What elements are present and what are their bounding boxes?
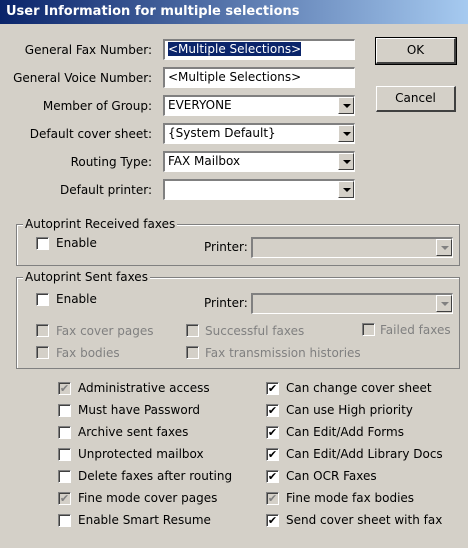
can-ocr-faxes-checkbox[interactable]: ✔ bbox=[266, 470, 279, 483]
fine-mode-cover-pages-label: Fine mode cover pages bbox=[78, 491, 218, 505]
send-cover-sheet-with-fax-label: Send cover sheet with fax bbox=[286, 513, 443, 527]
fax-number-value: <Multiple Selections> bbox=[168, 42, 302, 56]
can-change-cover-sheet-label: Can change cover sheet bbox=[286, 381, 432, 395]
archive-sent-faxes-label: Archive sent faxes bbox=[78, 425, 189, 439]
member-of-group-select[interactable]: EVERYONE bbox=[163, 95, 355, 116]
can-use-high-priority-label: Can use High priority bbox=[286, 403, 413, 417]
administrative-access-label: Administrative access bbox=[78, 381, 210, 395]
fax-transmission-histories-label: Fax transmission histories bbox=[205, 346, 361, 360]
delete-faxes-after-routing-checkbox[interactable] bbox=[58, 470, 71, 483]
autoprint-sent-legend: Autoprint Sent faxes bbox=[23, 270, 150, 284]
fine-mode-fax-bodies-checkbox: ✔ bbox=[266, 492, 279, 505]
routing-type-select[interactable]: FAX Mailbox bbox=[163, 151, 355, 172]
fax-number-label: General Fax Number: bbox=[24, 43, 152, 57]
delete-faxes-after-routing-label: Delete faxes after routing bbox=[78, 469, 233, 483]
cover-sheet-select[interactable]: {System Default} bbox=[163, 123, 355, 144]
enable-smart-resume-label: Enable Smart Resume bbox=[78, 513, 211, 527]
autoprint-sent-printer-label: Printer: bbox=[204, 296, 248, 310]
successful-faxes-label: Successful faxes bbox=[205, 324, 305, 338]
autoprint-sent-enable-checkbox[interactable] bbox=[36, 293, 49, 306]
routing-type-value: FAX Mailbox bbox=[168, 154, 241, 168]
must-have-password-label: Must have Password bbox=[78, 403, 201, 417]
chevron-down-icon[interactable] bbox=[338, 97, 354, 114]
autoprint-sent-printer-select bbox=[251, 293, 453, 314]
can-edit-add-library-docs-checkbox[interactable]: ✔ bbox=[266, 448, 279, 461]
dialog-title: User Information for multiple selections bbox=[0, 0, 468, 24]
can-use-high-priority-checkbox[interactable]: ✔ bbox=[266, 404, 279, 417]
archive-sent-faxes-checkbox[interactable] bbox=[58, 426, 71, 439]
autoprint-received-legend: Autoprint Received faxes bbox=[23, 217, 178, 231]
default-printer-label: Default printer: bbox=[59, 183, 152, 197]
voice-number-label: General Voice Number: bbox=[13, 71, 152, 85]
failed-faxes-checkbox bbox=[362, 323, 375, 336]
fine-mode-fax-bodies-label: Fine mode fax bodies bbox=[286, 491, 415, 505]
unprotected-mailbox-label: Unprotected mailbox bbox=[78, 447, 204, 461]
fax-cover-pages-checkbox bbox=[36, 324, 49, 337]
cover-sheet-value: {System Default} bbox=[168, 126, 276, 140]
fax-bodies-label: Fax bodies bbox=[56, 346, 120, 360]
chevron-down-icon bbox=[436, 295, 452, 312]
send-cover-sheet-with-fax-checkbox[interactable]: ✔ bbox=[266, 514, 279, 527]
fax-transmission-histories-checkbox bbox=[186, 346, 199, 359]
autoprint-received-enable-label: Enable bbox=[56, 236, 97, 250]
fax-cover-pages-label: Fax cover pages bbox=[56, 324, 154, 338]
ok-button[interactable]: OK bbox=[375, 37, 457, 65]
chevron-down-icon[interactable] bbox=[338, 153, 354, 170]
administrative-access-checkbox: ✔ bbox=[58, 382, 71, 395]
fax-bodies-checkbox bbox=[36, 346, 49, 359]
chevron-down-icon bbox=[436, 239, 452, 256]
member-of-group-label: Member of Group: bbox=[42, 99, 152, 113]
fine-mode-cover-pages-checkbox: ✔ bbox=[58, 492, 71, 505]
voice-number-field[interactable]: <Multiple Selections> bbox=[163, 67, 355, 88]
default-printer-select[interactable] bbox=[163, 179, 355, 200]
routing-type-label: Routing Type: bbox=[70, 155, 152, 169]
autoprint-received-printer-select bbox=[251, 237, 453, 258]
user-information-dialog: User Information for multiple selections… bbox=[0, 0, 468, 548]
can-edit-add-forms-label: Can Edit/Add Forms bbox=[286, 425, 404, 439]
can-edit-add-library-docs-label: Can Edit/Add Library Docs bbox=[286, 447, 443, 461]
can-ocr-faxes-label: Can OCR Faxes bbox=[286, 469, 377, 483]
chevron-down-icon[interactable] bbox=[338, 125, 354, 142]
failed-faxes-label: Failed faxes bbox=[380, 323, 451, 337]
can-edit-add-forms-checkbox[interactable]: ✔ bbox=[266, 426, 279, 439]
cancel-button[interactable]: Cancel bbox=[376, 86, 456, 112]
can-change-cover-sheet-checkbox[interactable]: ✔ bbox=[266, 382, 279, 395]
fax-number-field[interactable]: <Multiple Selections> bbox=[163, 39, 355, 60]
must-have-password-checkbox[interactable] bbox=[58, 404, 71, 417]
autoprint-sent-enable-label: Enable bbox=[56, 292, 97, 306]
enable-smart-resume-checkbox[interactable] bbox=[58, 514, 71, 527]
autoprint-received-enable-checkbox[interactable] bbox=[36, 237, 49, 250]
member-of-group-value: EVERYONE bbox=[168, 98, 232, 112]
cover-sheet-label: Default cover sheet: bbox=[29, 127, 152, 141]
successful-faxes-checkbox bbox=[186, 324, 199, 337]
autoprint-received-printer-label: Printer: bbox=[204, 240, 248, 254]
chevron-down-icon[interactable] bbox=[338, 181, 354, 198]
unprotected-mailbox-checkbox[interactable] bbox=[58, 448, 71, 461]
